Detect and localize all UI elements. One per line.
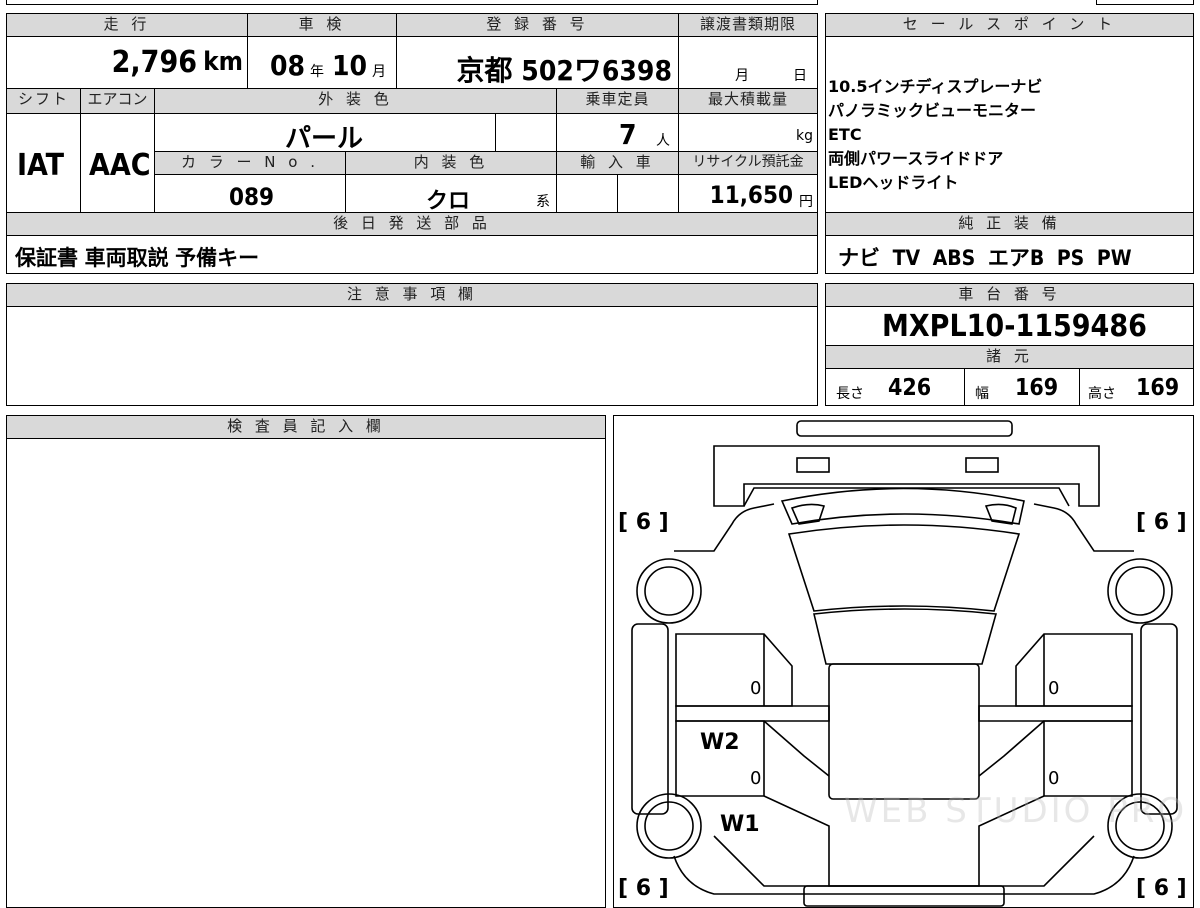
spec-width-label: 幅 (975, 386, 989, 402)
mark-zero: 0 (750, 768, 762, 789)
top-edge-row-right (1096, 0, 1194, 5)
header-color-no: カ ラ ー N o . (154, 151, 346, 175)
header-inspection: 車 検 (247, 13, 397, 37)
deadline-month-unit: 月 (735, 68, 749, 84)
spec-height-cell: 高さ 169 (1079, 368, 1194, 406)
header-specs: 諸 元 (825, 345, 1194, 369)
aircon-cell: AAC (80, 113, 155, 213)
spec-length-value: 426 (888, 375, 932, 401)
exterior-color-extra-cell (495, 113, 557, 152)
recycle-cell: 11,650 円 (678, 174, 818, 213)
interior-color-value: クロ (426, 189, 471, 214)
max-load-unit: kg (796, 128, 813, 144)
genuine-equipment-value: ナビ TV ABS エアB PS PW (838, 246, 1132, 270)
header-notes: 注 意 事 項 欄 (6, 283, 818, 307)
shift-cell: IAT (6, 113, 81, 213)
registration-value: 京都 502ワ6398 (456, 54, 672, 87)
header-registration: 登 録 番 号 (396, 13, 679, 37)
header-genuine-equipment: 純 正 装 備 (825, 212, 1194, 236)
aircon-value: AAC (89, 148, 151, 183)
inspection-year: 08 (270, 49, 306, 82)
exterior-color-cell: パール (154, 113, 496, 154)
tire-fr-mark: [ 6 ] (1136, 510, 1187, 535)
mark-zero: 0 (1048, 678, 1060, 699)
inspection-month: 10 (332, 49, 368, 82)
header-exterior-color: 外 装 色 (154, 88, 557, 114)
transfer-deadline-cell: 月 日 (678, 36, 818, 89)
inspection-month-unit: 月 (372, 64, 386, 80)
mileage-cell: 2,796 km (6, 36, 248, 89)
mileage-unit: km (203, 47, 243, 77)
color-no-cell: 089 (154, 174, 346, 213)
capacity-value: 7 (619, 118, 637, 151)
header-max-load: 最大積載量 (678, 88, 818, 114)
chassis-no-value: MXPL10-1159486 (882, 309, 1147, 344)
import-cell-b (617, 174, 679, 213)
spec-height-label: 高さ (1088, 386, 1116, 402)
interior-color-suffix: 系 (536, 194, 550, 210)
header-capacity: 乗車定員 (556, 88, 679, 114)
sales-points-list: 10.5インチディスプレーナビ パノラミックビューモニター ETC 両側パワース… (828, 75, 1042, 195)
header-aircon: エアコン (80, 88, 155, 114)
sales-point-item: LEDヘッドライト (828, 173, 959, 192)
max-load-cell: kg (678, 113, 818, 152)
spec-height-value: 169 (1136, 375, 1180, 401)
color-no-value: 089 (229, 183, 275, 211)
recycle-unit: 円 (799, 194, 813, 210)
header-later-parts: 後 日 発 送 部 品 (6, 212, 818, 236)
header-chassis-no: 車 台 番 号 (825, 283, 1194, 307)
sales-point-item: 両側パワースライドドア (828, 149, 1004, 168)
chassis-no-cell: MXPL10-1159486 (825, 306, 1194, 346)
sales-point-item: 10.5インチディスプレーナビ (828, 77, 1043, 96)
header-mileage: 走 行 (6, 13, 248, 37)
deadline-day-unit: 日 (793, 68, 807, 84)
recycle-value: 11,650 (709, 181, 793, 209)
mark-zero: 0 (750, 678, 762, 699)
sales-points-box: 10.5インチディスプレーナビ パノラミックビューモニター ETC 両側パワース… (825, 36, 1194, 213)
car-diagram-box: [ 6 ] [ 6 ] [ 6 ] [ 6 ] W2 W1 0 0 0 0 WE… (613, 415, 1194, 908)
import-cell-a (556, 174, 618, 213)
later-parts-value: 保証書 車両取説 予備キー (15, 246, 260, 270)
interior-color-cell: クロ 系 (345, 174, 557, 214)
capacity-cell: 7 人 (556, 113, 679, 152)
header-shift: シフト (6, 88, 81, 114)
tire-rl-mark: [ 6 ] (618, 876, 669, 901)
notes-box (6, 306, 818, 406)
shift-value: IAT (17, 148, 65, 183)
damage-w2-mark: W2 (700, 730, 740, 755)
mileage-value: 2,796 (111, 45, 197, 80)
header-inspector: 検 査 員 記 入 欄 (6, 415, 606, 439)
watermark: WEB STUDIO PRO (844, 791, 1188, 831)
sales-point-item: パノラミックビューモニター (828, 101, 1037, 120)
inspector-box (6, 438, 606, 908)
inspection-cell: 08 年 10 月 (247, 36, 397, 89)
spec-width-cell: 幅 169 (964, 368, 1080, 406)
mark-zero: 0 (1048, 768, 1060, 789)
capacity-unit: 人 (656, 133, 670, 149)
genuine-equipment-cell: ナビ TV ABS エアB PS PW (825, 235, 1194, 274)
header-import: 輸 入 車 (556, 151, 679, 175)
top-edge-row (6, 0, 818, 5)
header-recycle: リサイクル預託金 (678, 151, 818, 175)
registration-cell: 京都 502ワ6398 (396, 36, 679, 89)
header-transfer-deadline: 譲渡書類期限 (678, 13, 818, 37)
car-diagram (631, 420, 1178, 907)
spec-length-cell: 長さ 426 (825, 368, 965, 406)
later-parts-cell: 保証書 車両取説 予備キー (6, 235, 818, 274)
spec-width-value: 169 (1015, 375, 1059, 401)
inspection-year-unit: 年 (310, 64, 324, 80)
spec-length-label: 長さ (836, 386, 864, 402)
sales-point-item: ETC (828, 125, 862, 144)
exterior-color-value: パール (285, 124, 364, 154)
tire-rr-mark: [ 6 ] (1136, 876, 1187, 901)
header-interior-color: 内 装 色 (345, 151, 557, 175)
damage-w1-mark: W1 (720, 812, 760, 837)
header-sales-points: セ ー ル ス ポ イ ン ト (825, 13, 1194, 37)
tire-fl-mark: [ 6 ] (618, 510, 669, 535)
